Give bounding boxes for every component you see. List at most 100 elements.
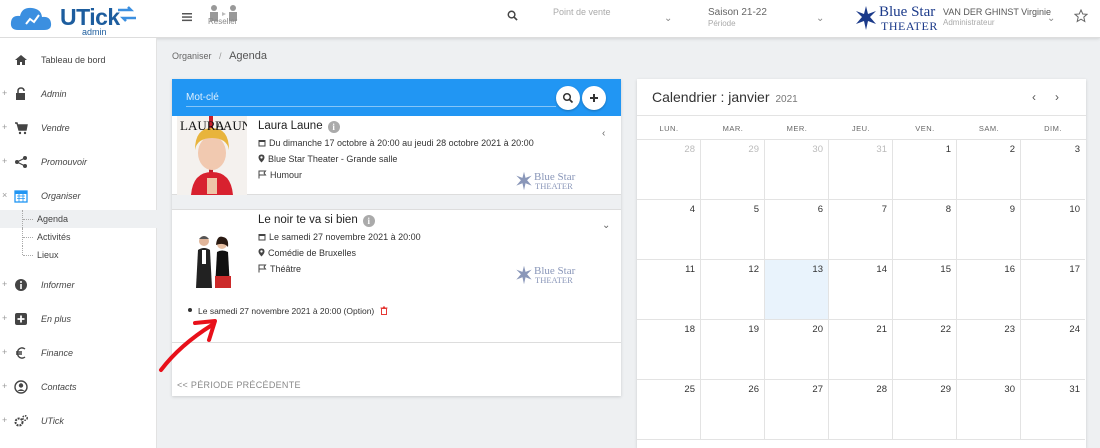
sidebar-item-en-plus[interactable]: + En plus — [0, 305, 157, 335]
calendar-day-cell[interactable]: 27 — [765, 380, 829, 440]
calendar-day-cell[interactable]: 13 — [765, 260, 829, 320]
calendar-day-cell[interactable]: 16 — [957, 260, 1021, 320]
sidebar-item-tableau-de-bord[interactable]: Tableau de bord — [0, 46, 157, 76]
event-card-le-noir-te-va-si-bien[interactable]: Le noir te va si bien i Le samedi 27 nove… — [172, 209, 621, 343]
calendar-day-cell[interactable]: 17 — [1021, 260, 1085, 320]
calendar-day-cell[interactable]: 2 — [957, 140, 1021, 200]
info-icon[interactable]: i — [362, 215, 375, 227]
calendar-day-cell[interactable]: 6 — [765, 200, 829, 260]
sidebar-subitem-lieux[interactable]: Lieux — [0, 246, 157, 264]
calendar-day-cell[interactable]: 31 — [829, 140, 893, 200]
calendar-day-cell[interactable]: 10 — [1021, 200, 1085, 260]
sidebar-item-admin[interactable]: + Admin — [0, 80, 157, 110]
calendar-day-cell[interactable]: 15 — [893, 260, 957, 320]
keyword-search-input[interactable] — [186, 89, 556, 107]
calendar-day-number: 16 — [1004, 264, 1015, 275]
calendar-day-cell[interactable]: 28 — [637, 140, 701, 200]
calendar-day-cell[interactable]: 28 — [829, 380, 893, 440]
weekday-label: MAR. — [722, 124, 744, 133]
calendar-day-cell[interactable]: 19 — [701, 320, 765, 380]
calendar-day-cell[interactable]: 25 — [637, 380, 701, 440]
global-search-button[interactable] — [507, 10, 521, 24]
calendar-day-cell[interactable]: 24 — [1021, 320, 1085, 380]
calendar-day-cell[interactable]: 4 — [637, 200, 701, 260]
event-title[interactable]: Laura Laune i — [258, 120, 340, 133]
calendar-day-number: 24 — [1069, 324, 1080, 335]
calendar-day-cell[interactable]: 12 — [701, 260, 765, 320]
event-card-laura-laune[interactable]: LAURA LAUNE Laura Launei Du dimanche 17 … — [172, 116, 621, 195]
sidebar-subitem-activites[interactable]: Activités — [0, 228, 157, 246]
event-poster: LAURA LAUNE — [177, 116, 259, 195]
calendar-day-cell[interactable]: 30 — [765, 140, 829, 200]
chevron-down-icon[interactable]: ⌄ — [664, 13, 672, 24]
chevron-down-icon[interactable]: ⌄ — [816, 13, 824, 24]
calendar-day-cell[interactable]: 14 — [829, 260, 893, 320]
favorite-button[interactable] — [1073, 8, 1089, 23]
previous-period-link[interactable]: << PÉRIODE PRÉCÉDENTE — [177, 380, 301, 390]
sidebar-item-finance[interactable]: + Finance — [0, 339, 157, 369]
plus-square-icon — [15, 313, 27, 325]
event-category: Humour — [258, 170, 302, 180]
utick-logo[interactable]: UTick admin — [8, 2, 136, 37]
calendar-day-number: 18 — [684, 324, 695, 335]
prev-month-button[interactable]: ‹ — [1032, 90, 1036, 104]
sidebar-item-organiser[interactable]: × Organiser — [0, 182, 157, 212]
calendar-day-cell[interactable]: 8 — [893, 200, 957, 260]
calendar-day-cell[interactable]: 11 — [637, 260, 701, 320]
user-role: Administrateur — [943, 18, 995, 27]
sidebar-item-contacts[interactable]: + Contacts — [0, 373, 157, 403]
calendar-day-cell[interactable]: 29 — [893, 380, 957, 440]
expand-toggle-icon[interactable]: ⌄ — [602, 220, 610, 231]
collapse-toggle-icon[interactable]: ‹ — [602, 128, 605, 139]
calendar-day-cell[interactable]: 23 — [957, 320, 1021, 380]
calendar-day-cell[interactable]: 18 — [637, 320, 701, 380]
next-month-button[interactable]: › — [1055, 90, 1059, 104]
session-item[interactable]: Le samedi 27 novembre 2021 à 20:00 (Opti… — [188, 306, 388, 316]
menu-toggle-button[interactable] — [182, 9, 192, 26]
sidebar-item-utick[interactable]: + UTick — [0, 407, 157, 437]
calendar-day-cell[interactable]: 26 — [701, 380, 765, 440]
venue-logo-line2: THEATER — [535, 181, 573, 191]
weekday-label: JEU. — [851, 124, 871, 133]
sidebar-item-label: Informer — [41, 280, 75, 290]
add-event-button[interactable] — [582, 86, 606, 110]
calendar-day-cell[interactable]: 29 — [701, 140, 765, 200]
info-icon[interactable]: i — [327, 121, 340, 133]
calendar-day-cell[interactable]: 21 — [829, 320, 893, 380]
calendar-day-number: 11 — [685, 264, 695, 275]
season-value: Saison 21-22 — [708, 7, 767, 18]
calendar-day-cell[interactable]: 1 — [893, 140, 957, 200]
calendar-day-number: 28 — [876, 384, 887, 395]
weekday-label: LUN. — [659, 124, 679, 133]
calendar-day-cell[interactable]: 7 — [829, 200, 893, 260]
calendar-day-number: 9 — [1009, 204, 1015, 215]
sidebar-item-vendre[interactable]: + Vendre — [0, 114, 157, 144]
info-icon — [15, 279, 27, 291]
calendar-day-cell[interactable]: 3 — [1021, 140, 1085, 200]
calendar-day-number: 31 — [876, 144, 887, 155]
calendar-day-cell[interactable]: 22 — [893, 320, 957, 380]
calendar-day-cell[interactable]: 5 — [701, 200, 765, 260]
calendar-day-number: 2 — [1009, 144, 1015, 155]
star-burst-icon — [516, 265, 532, 285]
calendar-day-cell[interactable]: 9 — [957, 200, 1021, 260]
le-noir-poster-image — [177, 232, 247, 292]
event-title[interactable]: Le noir te va si bien i — [258, 214, 375, 227]
search-button[interactable] — [556, 86, 580, 110]
sidebar-item-informer[interactable]: + Informer — [0, 271, 157, 301]
home-icon — [15, 55, 27, 65]
sidebar-subitem-agenda[interactable]: Agenda — [0, 210, 157, 228]
calendar-day-number: 26 — [748, 384, 759, 395]
calendar-day-cell[interactable]: 20 — [765, 320, 829, 380]
calendar-day-number: 13 — [812, 264, 823, 275]
trash-icon[interactable] — [380, 306, 388, 315]
season-label: Période — [708, 19, 736, 28]
breadcrumb-parent[interactable]: Organiser — [172, 51, 212, 61]
user-menu[interactable]: VAN DER GHINST Virginie Administrateur — [943, 7, 1051, 27]
calendar-day-cell[interactable]: 31 — [1021, 380, 1085, 440]
sidebar-item-promouvoir[interactable]: + Promouvoir — [0, 148, 157, 178]
calendar-day-cell[interactable]: 30 — [957, 380, 1021, 440]
season-select[interactable]: Saison 21-22 Période — [708, 7, 767, 28]
chevron-down-icon[interactable]: ⌄ — [1047, 13, 1055, 24]
event-dates: Le samedi 27 novembre 2021 à 20:00 — [258, 232, 421, 242]
